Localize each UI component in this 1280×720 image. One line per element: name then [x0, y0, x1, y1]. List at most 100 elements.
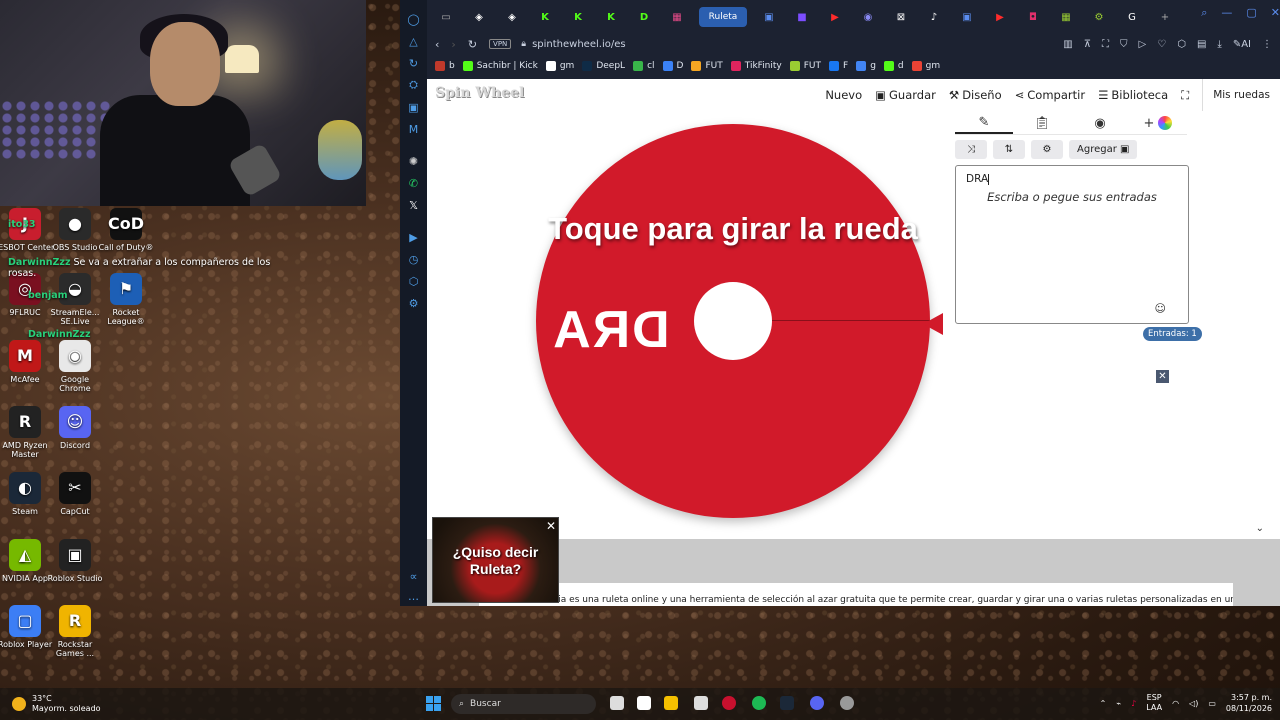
settings-icon[interactable]: ⚙ [400, 292, 427, 314]
steam-icon[interactable] [780, 696, 794, 710]
desktop-icon[interactable]: R Rockstar Games ... [44, 605, 106, 658]
tab-icon[interactable]: ▣ [956, 7, 978, 27]
fullscreen-icon[interactable]: ⛶ [1181, 88, 1189, 103]
tab-icon[interactable]: ▦ [666, 7, 688, 27]
sidebar-box-icon[interactable]: ⬡ [400, 270, 427, 292]
settings-button[interactable]: ⚙ [1031, 140, 1063, 159]
tab-icon[interactable]: ■ [791, 7, 813, 27]
minimize-icon[interactable]: — [1221, 6, 1232, 20]
weather-widget[interactable]: 33°C Mayorm. soleado [12, 694, 101, 714]
diseno-button[interactable]: ⚒ Diseño [949, 88, 1002, 102]
bookmark-item[interactable]: cl [633, 61, 655, 71]
network-icon[interactable]: ⌁ [1116, 699, 1121, 708]
desktop-icon[interactable]: ✂ CapCut [44, 472, 106, 516]
close-icon[interactable]: ✕ [546, 519, 556, 533]
opera-logo-icon[interactable]: ◯ [400, 8, 427, 30]
agregar-button[interactable]: Agregar ▣ [1069, 140, 1138, 159]
new-tab-icon[interactable]: + [1154, 7, 1176, 27]
tab-icon[interactable]: ◈ [468, 7, 490, 27]
store-icon[interactable] [694, 696, 708, 710]
tab-kick-icon[interactable]: K [567, 7, 589, 27]
tab-icon[interactable]: ◈ [501, 7, 523, 27]
vpn-badge[interactable]: VPN [489, 39, 512, 49]
battery-icon[interactable]: ▭ [1208, 699, 1216, 708]
play-icon[interactable]: ▷ [1139, 39, 1147, 50]
bookmark-item[interactable]: g [856, 61, 876, 71]
reload-icon[interactable]: ↻ [468, 38, 477, 51]
menu-icon[interactable]: ⋮ [1262, 39, 1272, 50]
wallet-icon[interactable]: ▤ [1197, 39, 1206, 50]
nuevo-button[interactable]: Nuevo [825, 88, 862, 102]
clock[interactable]: 3:57 p. m. 08/11/2026 [1226, 692, 1272, 714]
sidebar-m-icon[interactable]: M [400, 118, 427, 140]
mis-ruedas-button[interactable]: Mis ruedas [1202, 79, 1280, 111]
tab-results[interactable]: 📋︎ [1013, 112, 1071, 134]
chevron-up-icon[interactable]: ⌃ [1100, 699, 1107, 708]
youtube-icon[interactable]: ▶ [989, 7, 1011, 27]
tab-icon[interactable]: ◉ [857, 7, 879, 27]
ai-icon[interactable]: ✎AI [1233, 39, 1251, 50]
task-view-icon[interactable] [610, 696, 624, 710]
maximize-icon[interactable]: ▢ [1246, 6, 1256, 20]
chatgpt-icon[interactable]: ✺ [400, 150, 427, 172]
start-button[interactable] [426, 696, 441, 711]
tiktok-icon[interactable]: ♪ [923, 7, 945, 27]
split-icon[interactable]: ▥ [1063, 39, 1072, 50]
search-tabs-icon[interactable]: ⌕ [1201, 6, 1207, 20]
sidebar-refresh-icon[interactable]: ↻ [400, 52, 427, 74]
entries-textarea[interactable]: DRA Escriba o pegue sus entradas ☺ [955, 165, 1189, 324]
snapshot-icon[interactable]: ⛶ [1102, 39, 1109, 50]
bookmark-item[interactable]: F [829, 61, 848, 71]
instagram-icon[interactable]: ◘ [1022, 7, 1044, 27]
discord-icon[interactable] [810, 696, 824, 710]
bookmark-item[interactable]: d [883, 61, 904, 71]
bookmark-item[interactable]: b [435, 61, 455, 71]
desktop-icon[interactable]: ⚑ Rocket League® [95, 273, 157, 326]
spotify-icon[interactable] [752, 696, 766, 710]
file-explorer-icon[interactable] [664, 696, 678, 710]
tab-add-wheel[interactable]: + [1129, 112, 1187, 134]
wifi-icon[interactable]: ◠ [1172, 699, 1179, 708]
desktop-icon[interactable]: ☺ Discord [44, 406, 106, 450]
biblioteca-button[interactable]: ☰ Biblioteca [1098, 88, 1168, 102]
sidebar-player-icon[interactable]: ▶ [400, 226, 427, 248]
x-icon[interactable]: 𝕏 [400, 194, 427, 216]
sidebar-gx-icon[interactable]: ∝ [400, 565, 427, 587]
close-ad-icon[interactable]: ✕ [1156, 370, 1169, 383]
youtube-icon[interactable]: ▶ [824, 7, 846, 27]
bookmark-item[interactable]: D [662, 61, 683, 71]
bookmark-item[interactable]: FUT [691, 61, 723, 71]
tab-icon[interactable]: ▦ [1055, 7, 1077, 27]
tab-d-icon[interactable]: D [633, 7, 655, 27]
mic-icon[interactable]: ♪ [1131, 699, 1136, 708]
bookmark-item[interactable]: TikFinity [730, 61, 782, 71]
url-text[interactable]: spinthewheel.io/es [532, 39, 626, 50]
emoji-icon[interactable]: ☺ [1155, 302, 1166, 315]
notepad-icon[interactable] [637, 696, 651, 710]
close-icon[interactable]: ✕ [1271, 6, 1280, 20]
bookmark-item[interactable]: gm [911, 61, 940, 71]
tab-icon[interactable]: ⚙ [1088, 7, 1110, 27]
tab-icon[interactable]: ▭ [435, 7, 457, 27]
shield-icon[interactable]: ⛉ [1120, 39, 1128, 50]
back-icon[interactable]: ‹ [435, 38, 439, 51]
forward-icon[interactable]: › [451, 38, 455, 51]
desktop-icon[interactable]: CoD Call of Duty® [95, 208, 157, 252]
tab-edit[interactable]: ✎ [955, 112, 1013, 134]
bookmark-item[interactable]: Sachibr | Kick [462, 61, 538, 71]
desktop-icon[interactable]: ▣ Roblox Studio [44, 539, 106, 583]
extensions-icon[interactable]: ⬡ [1177, 39, 1186, 50]
pin-icon[interactable]: ⊼ [1084, 39, 1091, 50]
roulette-ad[interactable]: ¿Quiso decir Ruleta? ✕ [432, 517, 559, 603]
google-icon[interactable]: G [1121, 7, 1143, 27]
whatsapp-icon[interactable]: ✆ [400, 172, 427, 194]
tab-icon[interactable]: ▣ [758, 7, 780, 27]
opera-icon[interactable] [722, 696, 736, 710]
tab-kick-icon[interactable]: K [534, 7, 556, 27]
compartir-button[interactable]: ⋖ Compartir [1015, 88, 1085, 102]
bookmark-item[interactable]: FUT [789, 61, 821, 71]
bookmark-item[interactable]: DeepL [582, 61, 625, 71]
desktop-icon[interactable]: ◉ Google Chrome [44, 340, 106, 393]
sidebar-ai-icon[interactable]: △ [400, 30, 427, 52]
heart-icon[interactable]: ♡ [1157, 39, 1166, 50]
